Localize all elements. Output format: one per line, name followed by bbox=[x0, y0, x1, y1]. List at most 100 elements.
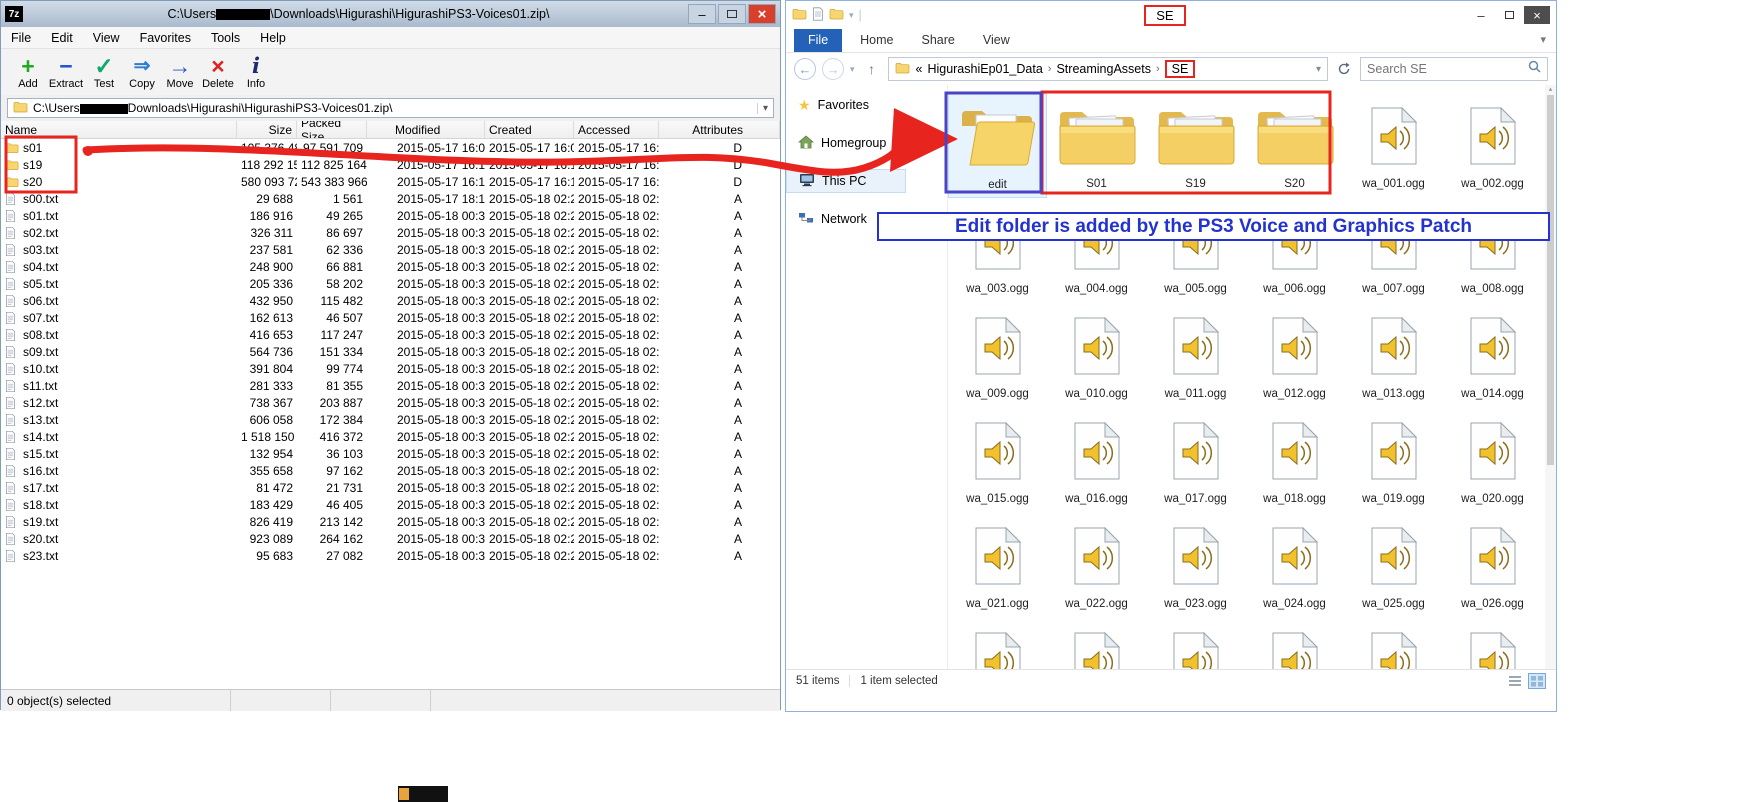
tab-view[interactable]: View bbox=[969, 29, 1024, 52]
scrollbar-thumb[interactable] bbox=[1547, 95, 1554, 465]
column-accessed[interactable]: Accessed bbox=[574, 121, 659, 138]
audio-file-tile[interactable]: wa_002.ogg bbox=[1443, 93, 1542, 198]
forward-button[interactable]: → bbox=[822, 58, 844, 80]
thumbnail-view-icon[interactable] bbox=[1528, 673, 1546, 689]
audio-file-tile[interactable]: wa_017.ogg bbox=[1146, 408, 1245, 513]
explorer-titlebar[interactable]: ▾ | SE – × bbox=[786, 1, 1556, 29]
minimize-button[interactable]: – bbox=[688, 4, 716, 24]
menu-favorites[interactable]: Favorites bbox=[130, 31, 201, 45]
qat-customize-icon[interactable]: ▾ bbox=[849, 10, 854, 21]
file-row[interactable]: s14.txt1 518 150416 3722015-05-18 00:322… bbox=[1, 428, 780, 445]
file-row[interactable]: s17.txt81 47221 7312015-05-18 00:322015-… bbox=[1, 479, 780, 496]
tab-home[interactable]: Home bbox=[846, 29, 907, 52]
audio-file-tile[interactable]: wa_020.ogg bbox=[1443, 408, 1542, 513]
search-icon[interactable] bbox=[1528, 60, 1541, 78]
recent-locations-icon[interactable]: ▾ bbox=[850, 64, 855, 75]
breadcrumb[interactable]: « HigurashiEp01_Data › StreamingAssets ›… bbox=[888, 57, 1328, 81]
qat-properties-icon[interactable] bbox=[812, 7, 824, 24]
add-button[interactable]: +Add bbox=[9, 54, 47, 90]
back-button[interactable]: ← bbox=[794, 58, 816, 80]
file-row[interactable]: s03.txt237 58162 3362015-05-18 00:322015… bbox=[1, 241, 780, 258]
audio-file-tile[interactable]: wa_023.ogg bbox=[1146, 513, 1245, 618]
folder-tile-S01[interactable]: S01 bbox=[1047, 93, 1146, 198]
test-button[interactable]: ✓Test bbox=[85, 54, 123, 90]
file-row[interactable]: s10.txt391 80499 7742015-05-18 00:322015… bbox=[1, 360, 780, 377]
file-row[interactable]: s07.txt162 61346 5072015-05-18 00:322015… bbox=[1, 309, 780, 326]
info-button[interactable]: iInfo bbox=[237, 54, 275, 90]
file-row[interactable]: s02.txt326 31186 6972015-05-18 00:322015… bbox=[1, 224, 780, 241]
extract-button[interactable]: −Extract bbox=[47, 54, 85, 90]
audio-file-tile[interactable]: wa_001.ogg bbox=[1344, 93, 1443, 198]
column-name[interactable]: Name bbox=[1, 121, 237, 138]
refresh-button[interactable] bbox=[1334, 62, 1354, 76]
folder-tile-S19[interactable]: S19 bbox=[1146, 93, 1245, 198]
file-row[interactable]: s20580 093 725543 383 9662015-05-17 16:1… bbox=[1, 173, 780, 190]
audio-file-tile[interactable]: wa_011.ogg bbox=[1146, 303, 1245, 408]
file-row[interactable]: s06.txt432 950115 4822015-05-18 00:32201… bbox=[1, 292, 780, 309]
audio-file-tile[interactable]: wa_010.ogg bbox=[1047, 303, 1146, 408]
column-created[interactable]: Created bbox=[485, 121, 574, 138]
search-input[interactable] bbox=[1367, 62, 1528, 76]
file-row[interactable]: s19.txt826 419213 1422015-05-18 00:32201… bbox=[1, 513, 780, 530]
file-row[interactable]: s01105 376 48197 591 7092015-05-17 16:08… bbox=[1, 139, 780, 156]
file-row[interactable]: s13.txt606 058172 3842015-05-18 00:32201… bbox=[1, 411, 780, 428]
breadcrumb-collapse[interactable]: « bbox=[915, 62, 922, 76]
file-row[interactable]: s16.txt355 65897 1622015-05-18 00:322015… bbox=[1, 462, 780, 479]
breadcrumb-segment[interactable]: StreamingAssets bbox=[1056, 62, 1150, 76]
column-attributes[interactable]: Attributes bbox=[659, 121, 780, 138]
delete-button[interactable]: ×Delete bbox=[199, 54, 237, 90]
file-row[interactable]: s19118 292 152112 825 1642015-05-17 16:1… bbox=[1, 156, 780, 173]
maximize-button[interactable] bbox=[718, 4, 746, 24]
qat-newfolder-icon[interactable] bbox=[829, 8, 844, 23]
folder-tile-S20[interactable]: S20 bbox=[1245, 93, 1344, 198]
tab-file[interactable]: File bbox=[794, 29, 842, 52]
scroll-up-icon[interactable]: ▴ bbox=[1549, 85, 1553, 93]
audio-file-tile[interactable]: wa_024.ogg bbox=[1245, 513, 1344, 618]
expand-ribbon-icon[interactable]: ▾ bbox=[1540, 29, 1556, 52]
column-packed-size[interactable]: Packed Size bbox=[297, 121, 367, 138]
audio-file-tile[interactable]: wa_021.ogg bbox=[948, 513, 1047, 618]
address-history-icon[interactable]: ▾ bbox=[1316, 64, 1321, 75]
close-button[interactable]: × bbox=[1524, 6, 1550, 24]
file-row[interactable]: s04.txt248 90066 8812015-05-18 00:322015… bbox=[1, 258, 780, 275]
audio-file-tile[interactable]: wa_019.ogg bbox=[1344, 408, 1443, 513]
file-row[interactable]: s15.txt132 95436 1032015-05-18 00:322015… bbox=[1, 445, 780, 462]
menu-tools[interactable]: Tools bbox=[201, 31, 250, 45]
close-button[interactable]: × bbox=[748, 4, 776, 24]
file-row[interactable]: s01.txt186 91649 2652015-05-18 00:322015… bbox=[1, 207, 780, 224]
audio-file-tile[interactable]: wa_022.ogg bbox=[1047, 513, 1146, 618]
file-row[interactable]: s00.txt29 6881 5612015-05-17 18:152015-0… bbox=[1, 190, 780, 207]
breadcrumb-segment-current[interactable]: SE bbox=[1165, 60, 1196, 78]
menu-help[interactable]: Help bbox=[250, 31, 296, 45]
audio-file-tile[interactable]: wa_009.ogg bbox=[948, 303, 1047, 408]
sidebar-item-favorites[interactable]: ★Favorites bbox=[786, 93, 906, 117]
file-row[interactable]: s08.txt416 653117 2472015-05-18 00:32201… bbox=[1, 326, 780, 343]
audio-file-tile[interactable]: wa_025.ogg bbox=[1344, 513, 1443, 618]
column-size[interactable]: Size bbox=[237, 121, 297, 138]
tab-share[interactable]: Share bbox=[908, 29, 969, 52]
audio-file-tile[interactable]: wa_026.ogg bbox=[1443, 513, 1542, 618]
minimize-button[interactable]: – bbox=[1468, 6, 1494, 24]
scrollbar[interactable]: ▴▾ bbox=[1545, 85, 1556, 691]
folder-tile-edit[interactable]: edit bbox=[948, 93, 1047, 198]
file-row[interactable]: s11.txt281 33381 3552015-05-18 00:322015… bbox=[1, 377, 780, 394]
menu-view[interactable]: View bbox=[83, 31, 130, 45]
file-row[interactable]: s05.txt205 33658 2022015-05-18 00:322015… bbox=[1, 275, 780, 292]
breadcrumb-segment[interactable]: HigurashiEp01_Data bbox=[927, 62, 1042, 76]
search-box[interactable] bbox=[1360, 57, 1548, 81]
address-dropdown-icon[interactable]: ▾ bbox=[757, 103, 768, 114]
audio-file-tile[interactable]: wa_015.ogg bbox=[948, 408, 1047, 513]
address-bar[interactable]: C:\UsersDownloads\Higurashi\HigurashiPS3… bbox=[7, 98, 774, 118]
file-row[interactable]: s12.txt738 367203 8872015-05-18 00:32201… bbox=[1, 394, 780, 411]
file-row[interactable]: s23.txt95 68327 0822015-05-18 00:322015-… bbox=[1, 547, 780, 564]
audio-file-tile[interactable]: wa_018.ogg bbox=[1245, 408, 1344, 513]
audio-file-tile[interactable]: wa_013.ogg bbox=[1344, 303, 1443, 408]
column-modified[interactable]: Modified bbox=[367, 121, 485, 138]
audio-file-tile[interactable]: wa_016.ogg bbox=[1047, 408, 1146, 513]
file-row[interactable]: s18.txt183 42946 4052015-05-18 00:322015… bbox=[1, 496, 780, 513]
up-button[interactable]: ↑ bbox=[861, 61, 883, 77]
details-view-icon[interactable] bbox=[1506, 673, 1524, 689]
audio-file-tile[interactable]: wa_014.ogg bbox=[1443, 303, 1542, 408]
audio-file-tile[interactable]: wa_012.ogg bbox=[1245, 303, 1344, 408]
file-row[interactable]: s20.txt923 089264 1622015-05-18 00:32201… bbox=[1, 530, 780, 547]
